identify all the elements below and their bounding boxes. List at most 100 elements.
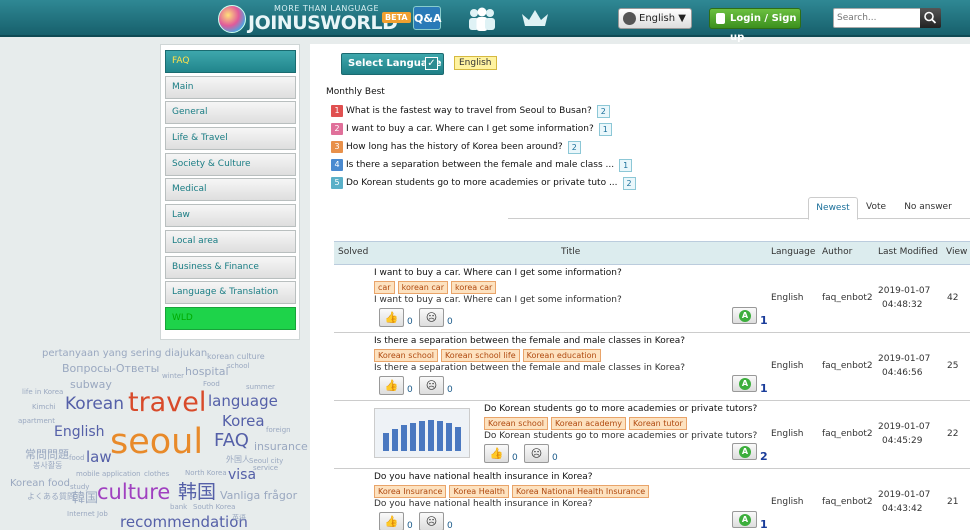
question-tag[interactable]: Korea Insurance	[374, 485, 447, 498]
sidebar-item-main[interactable]: Main	[165, 75, 296, 99]
question-tag[interactable]: Korean school	[484, 417, 548, 430]
question-author[interactable]: faq_enbot2	[822, 361, 873, 371]
sidebar-item-life-travel[interactable]: Life & Travel	[165, 127, 296, 151]
tag-cloud-item[interactable]: korean culture	[207, 352, 265, 361]
like-button[interactable]: 👍	[379, 308, 404, 327]
tag-cloud-item[interactable]: Vanliga frågor	[220, 489, 297, 502]
language-dropdown[interactable]: English ▼	[618, 8, 692, 29]
tag-cloud-item[interactable]: English	[54, 424, 105, 440]
question-tag[interactable]: Korean school life	[440, 349, 520, 362]
question-tag[interactable]: korean car	[397, 281, 448, 294]
tag-cloud-item[interactable]: life in Korea	[22, 388, 63, 396]
selected-language-tag[interactable]: English	[454, 56, 497, 70]
tag-cloud-item[interactable]: recommendation	[120, 513, 248, 530]
tag-cloud-item[interactable]: Korean	[65, 394, 124, 414]
monthly-best-title-link[interactable]: Is there a separation between the female…	[346, 160, 614, 170]
tag-cloud-item[interactable]: travel	[128, 387, 206, 418]
dislike-button[interactable]: ☹	[524, 444, 549, 463]
qa-nav-button[interactable]: Q&A	[413, 6, 441, 30]
question-tag[interactable]: car	[374, 281, 395, 294]
tag-cloud-item[interactable]: mobile application	[76, 470, 141, 478]
answer-badge[interactable]: A	[732, 307, 757, 324]
tag-cloud-item[interactable]: Internet	[67, 510, 95, 518]
tag-cloud-item[interactable]: apartment	[18, 417, 55, 425]
monthly-best-item[interactable]: 2I want to buy a car. Where can I get so…	[331, 120, 636, 138]
search-input[interactable]	[833, 8, 921, 28]
tag-cloud-item[interactable]: summer	[246, 383, 275, 391]
monthly-best-title-link[interactable]: Do Korean students go to more academies …	[346, 178, 618, 188]
sidebar-item-society-culture[interactable]: Society & Culture	[165, 152, 296, 176]
tag-cloud-item[interactable]: foreign	[266, 426, 291, 434]
sidebar-item-faq[interactable]: FAQ	[165, 50, 296, 73]
tag-cloud-item[interactable]: よくある質問	[27, 491, 75, 502]
question-title-link[interactable]: I want to buy a car. Where can I get som…	[374, 268, 622, 278]
like-button[interactable]: 👍	[379, 512, 404, 530]
tag-cloud-item[interactable]: 英语	[232, 513, 246, 523]
community-people-icon[interactable]	[466, 6, 498, 32]
tag-cloud-item[interactable]: school	[227, 362, 249, 370]
monthly-best-title-link[interactable]: I want to buy a car. Where can I get som…	[346, 124, 594, 134]
question-title-link[interactable]: Do Korean students go to more academies …	[484, 404, 757, 414]
question-author[interactable]: faq_enbot2	[822, 429, 873, 439]
sidebar-item-law[interactable]: Law	[165, 204, 296, 228]
tag-cloud-item[interactable]: law	[86, 448, 112, 466]
question-title-link[interactable]: Do you have national health insurance in…	[374, 472, 593, 482]
tag-cloud-item[interactable]: 韩国	[178, 477, 216, 504]
tab-vote[interactable]: Vote	[858, 197, 894, 220]
question-tag[interactable]: Korea Health	[449, 485, 509, 498]
tag-cloud-item[interactable]: North Korea	[185, 469, 227, 477]
monthly-best-item[interactable]: 4 Is there a separation between the femal…	[331, 156, 636, 174]
tag-cloud-item[interactable]: 韓国	[72, 487, 98, 506]
tag-cloud-item[interactable]: Korea	[222, 412, 265, 430]
sidebar-item-general[interactable]: General	[165, 101, 296, 125]
question-row[interactable]: I want to buy a car. Where can I get som…	[334, 265, 970, 333]
tag-cloud-item[interactable]: winter	[162, 372, 184, 380]
tag-cloud-item[interactable]: Korean food	[10, 478, 70, 489]
sidebar-item-wld[interactable]: WLD	[165, 306, 296, 330]
sidebar-item-language-translation[interactable]: Language & Translation	[165, 281, 296, 305]
tag-cloud-item[interactable]: service	[253, 464, 278, 472]
question-row[interactable]: Do you have national health insurance in…	[334, 469, 970, 530]
tag-cloud-item[interactable]: hospital	[185, 365, 229, 378]
site-logo[interactable]: MORE THAN LANGUAGE JOINUSWORLD BETA	[218, 3, 411, 35]
crown-ranking-icon[interactable]	[520, 8, 550, 28]
tag-cloud-item[interactable]: 봉사활동	[33, 460, 62, 471]
dislike-button[interactable]: ☹	[419, 308, 444, 327]
question-title-link[interactable]: Is there a separation between the female…	[374, 336, 685, 346]
sidebar-item-local-area[interactable]: Local area	[165, 229, 296, 253]
monthly-best-item[interactable]: 5 Do Korean students go to more academies…	[331, 174, 636, 192]
monthly-best-item[interactable]: 3 How long has the history of Korea been …	[331, 138, 636, 156]
login-signup-button[interactable]: Login / Sign up	[709, 8, 801, 43]
dislike-button[interactable]: ☹	[419, 376, 444, 395]
tag-cloud-item[interactable]: South Korea	[193, 503, 235, 511]
tag-cloud-item[interactable]: visa	[228, 467, 256, 483]
question-tag[interactable]: Korea National Health Insurance	[511, 485, 650, 498]
tag-cloud-item[interactable]: clothes	[144, 470, 169, 478]
tag-cloud-item[interactable]: culture	[97, 480, 170, 504]
sidebar-item-medical[interactable]: Medical	[165, 178, 296, 202]
question-tag[interactable]: Korean academy	[550, 417, 626, 430]
tag-cloud-item[interactable]: Вопросы-Ответы	[62, 362, 159, 375]
tab-no-answer[interactable]: No answer	[898, 197, 958, 220]
question-author[interactable]: faq_enbot2	[822, 293, 873, 303]
search-button[interactable]	[920, 8, 941, 28]
question-tag[interactable]: Korean education	[522, 349, 601, 362]
select-language-button[interactable]: Select Language ✓	[341, 53, 444, 75]
question-author[interactable]: faq_enbot2	[822, 497, 873, 507]
tag-cloud-item[interactable]: bank	[170, 503, 187, 511]
sidebar-item-business-finance[interactable]: Business & Finance	[165, 255, 296, 279]
tab-newest[interactable]: Newest	[808, 197, 858, 220]
monthly-best-title-link[interactable]: How long has the history of Korea been a…	[346, 142, 563, 152]
tag-cloud-item[interactable]: 外国人	[226, 454, 250, 465]
question-tag[interactable]: Korean tutor	[628, 417, 687, 430]
answer-badge[interactable]: A	[732, 443, 757, 460]
question-thumbnail-image[interactable]	[374, 408, 470, 458]
like-button[interactable]: 👍	[484, 444, 509, 463]
question-tag[interactable]: korea car	[450, 281, 497, 294]
tag-cloud-item[interactable]: Job	[97, 510, 108, 518]
answer-badge[interactable]: A	[732, 511, 757, 528]
tag-cloud-item[interactable]: Kimchi	[32, 403, 56, 411]
monthly-best-title-link[interactable]: What is the fastest way to travel from S…	[346, 106, 592, 116]
tag-cloud-item[interactable]: subway	[70, 378, 112, 391]
question-row[interactable]: Do Korean students go to more academies …	[334, 401, 970, 469]
